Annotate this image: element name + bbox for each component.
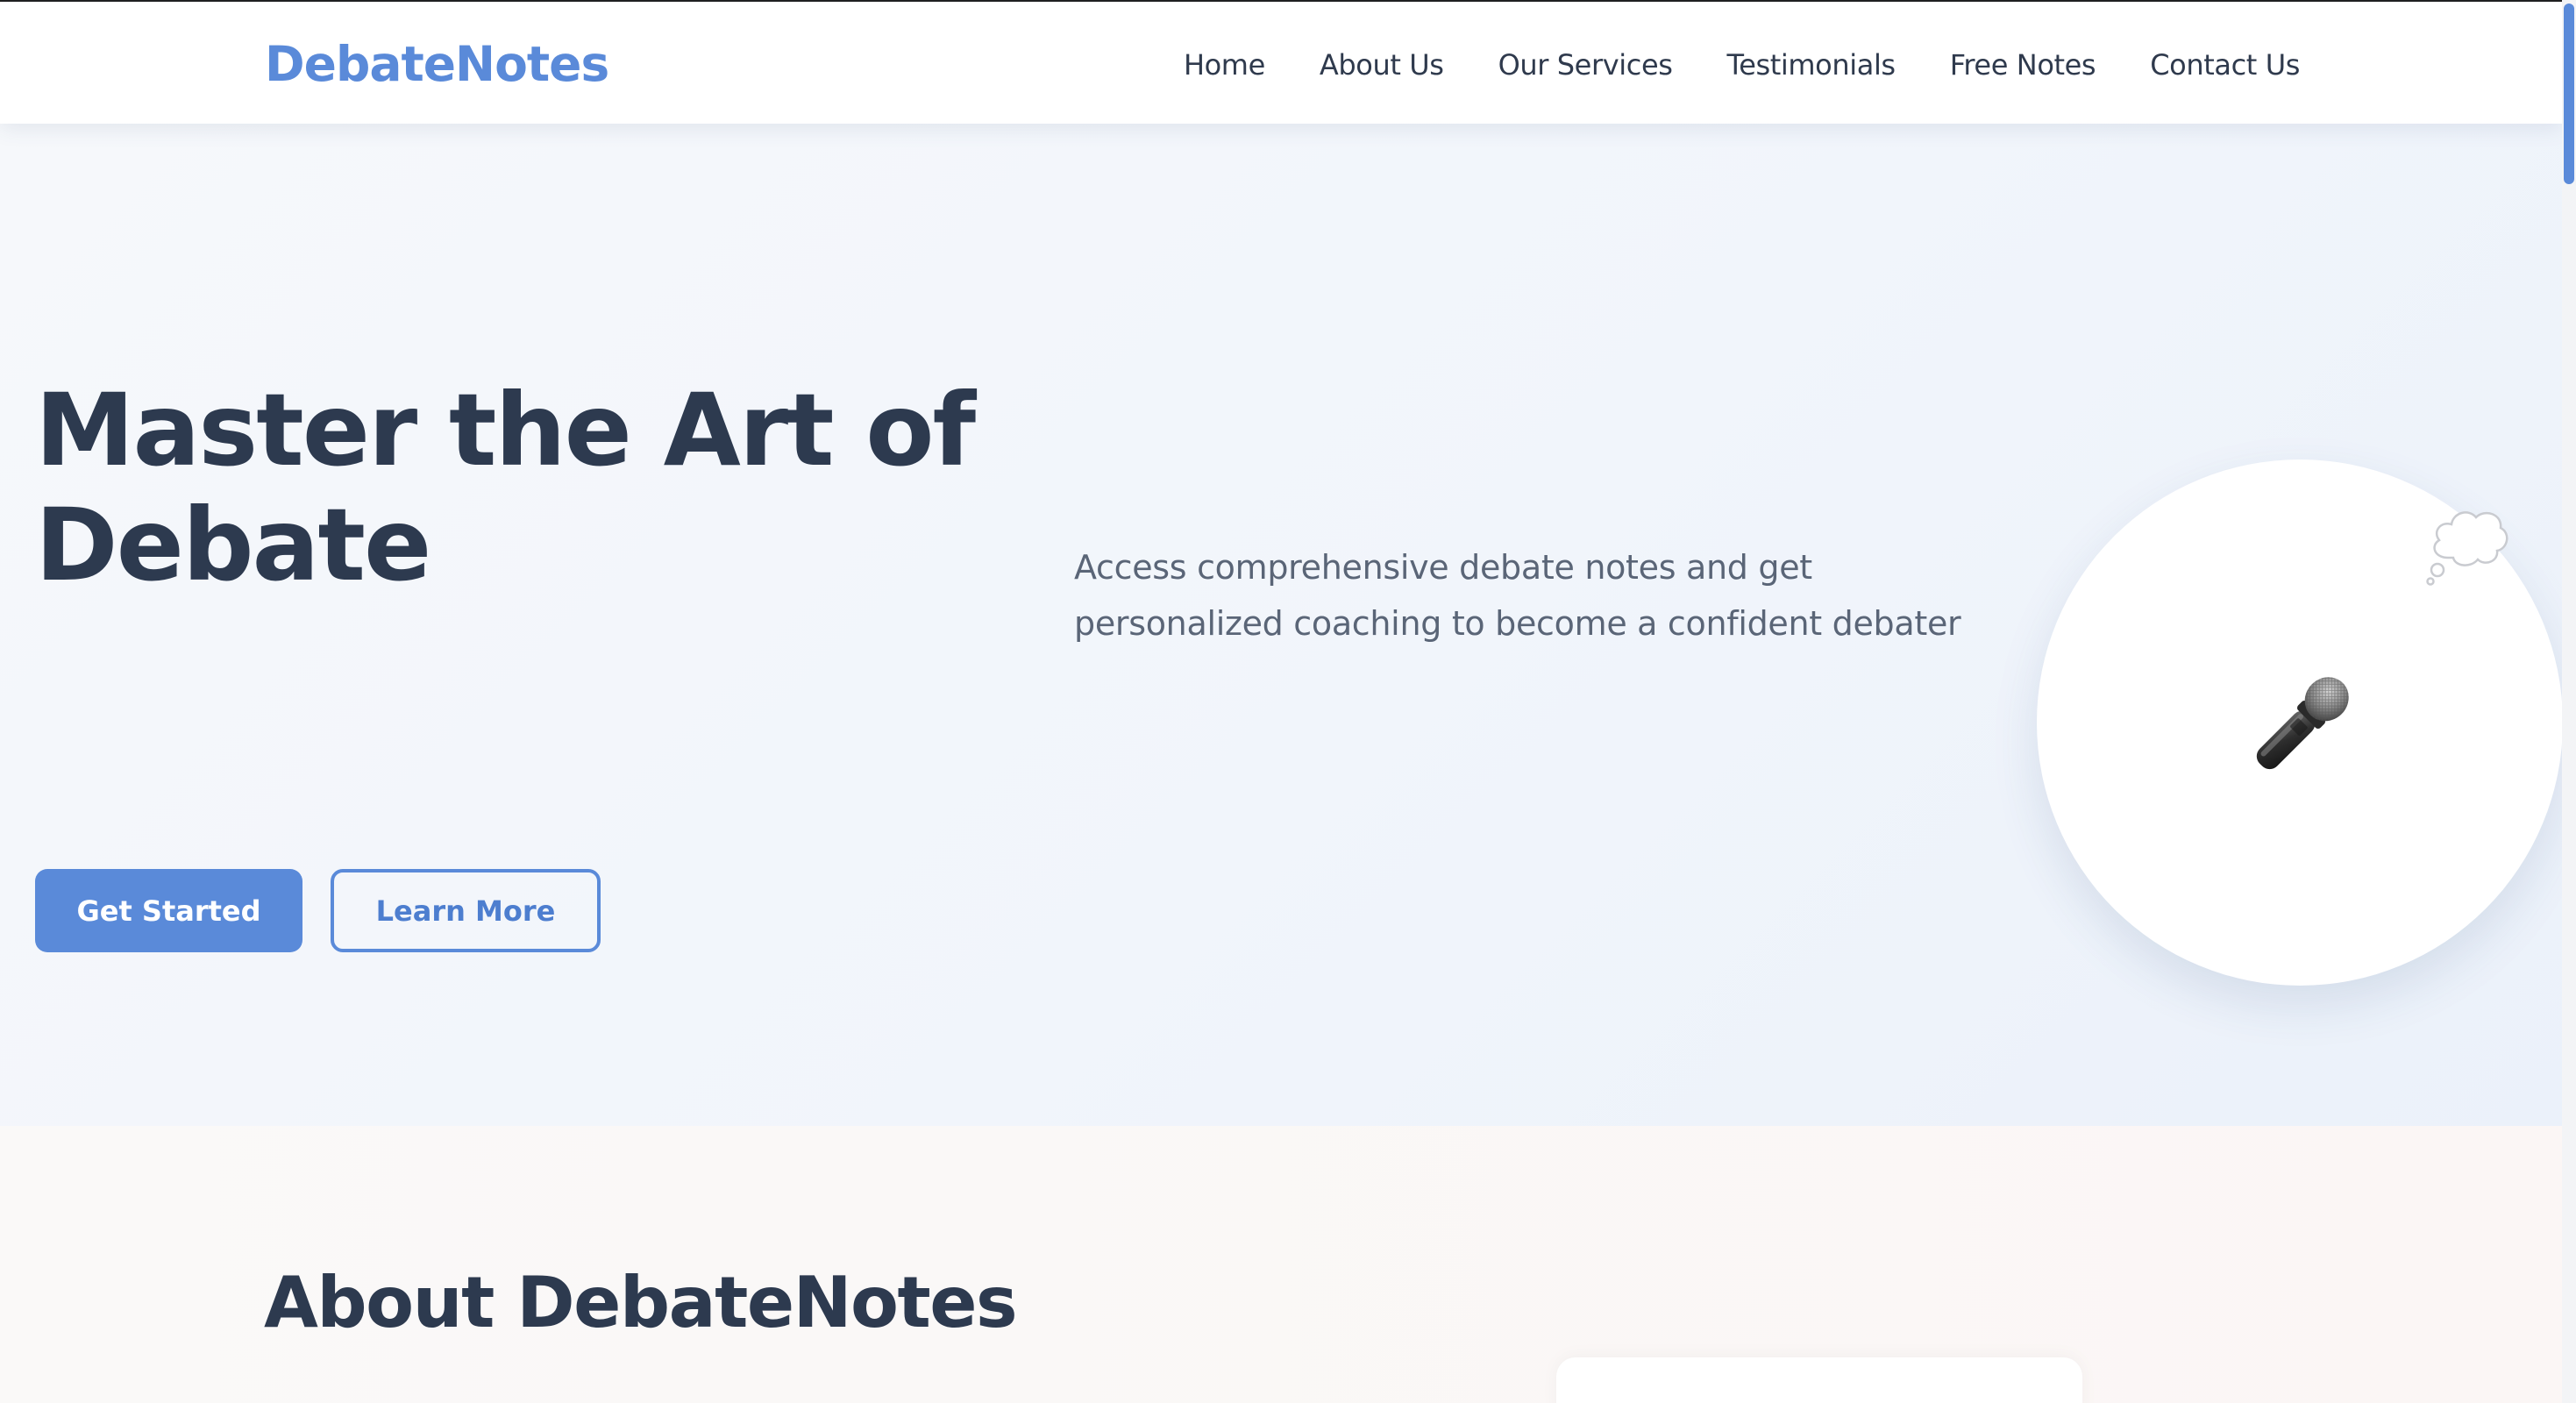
nav-link-services[interactable]: Our Services [1498, 40, 1673, 89]
nav-link-free-notes[interactable]: Free Notes [1950, 40, 2096, 89]
nav-link-contact[interactable]: Contact Us [2150, 40, 2300, 89]
about-section: About DebateNotes [0, 1126, 2562, 1403]
site-header: DebateNotes Home About Us Our Services T… [0, 2, 2562, 124]
page: DebateNotes Home About Us Our Services T… [0, 0, 2576, 1403]
scrollbar[interactable] [2562, 0, 2576, 1403]
microphone-icon [2256, 677, 2349, 770]
hero-section: Master the Art of Debate Access comprehe… [0, 124, 2563, 1126]
hero-title: Master the Art of Debate [35, 373, 1017, 602]
nav-link-testimonials[interactable]: Testimonials [1727, 40, 1896, 89]
main-nav: Home About Us Our Services Testimonials … [1184, 40, 2300, 89]
scrollbar-thumb[interactable] [2564, 4, 2574, 184]
hero-title-line-1: Master the Art of [35, 372, 976, 488]
learn-more-button[interactable]: Learn More [331, 869, 601, 952]
get-started-button[interactable]: Get Started [35, 869, 302, 952]
about-card [1556, 1357, 2082, 1403]
about-title: About DebateNotes [264, 1262, 1018, 1343]
nav-link-about[interactable]: About Us [1320, 40, 1444, 89]
hero-title-line-2: Debate [35, 487, 431, 603]
hero-subtitle: Access comprehensive debate notes and ge… [1074, 548, 1961, 643]
site-logo[interactable]: DebateNotes [265, 33, 609, 95]
thought-bubble-icon [2426, 511, 2508, 586]
nav-link-home[interactable]: Home [1184, 40, 1265, 89]
